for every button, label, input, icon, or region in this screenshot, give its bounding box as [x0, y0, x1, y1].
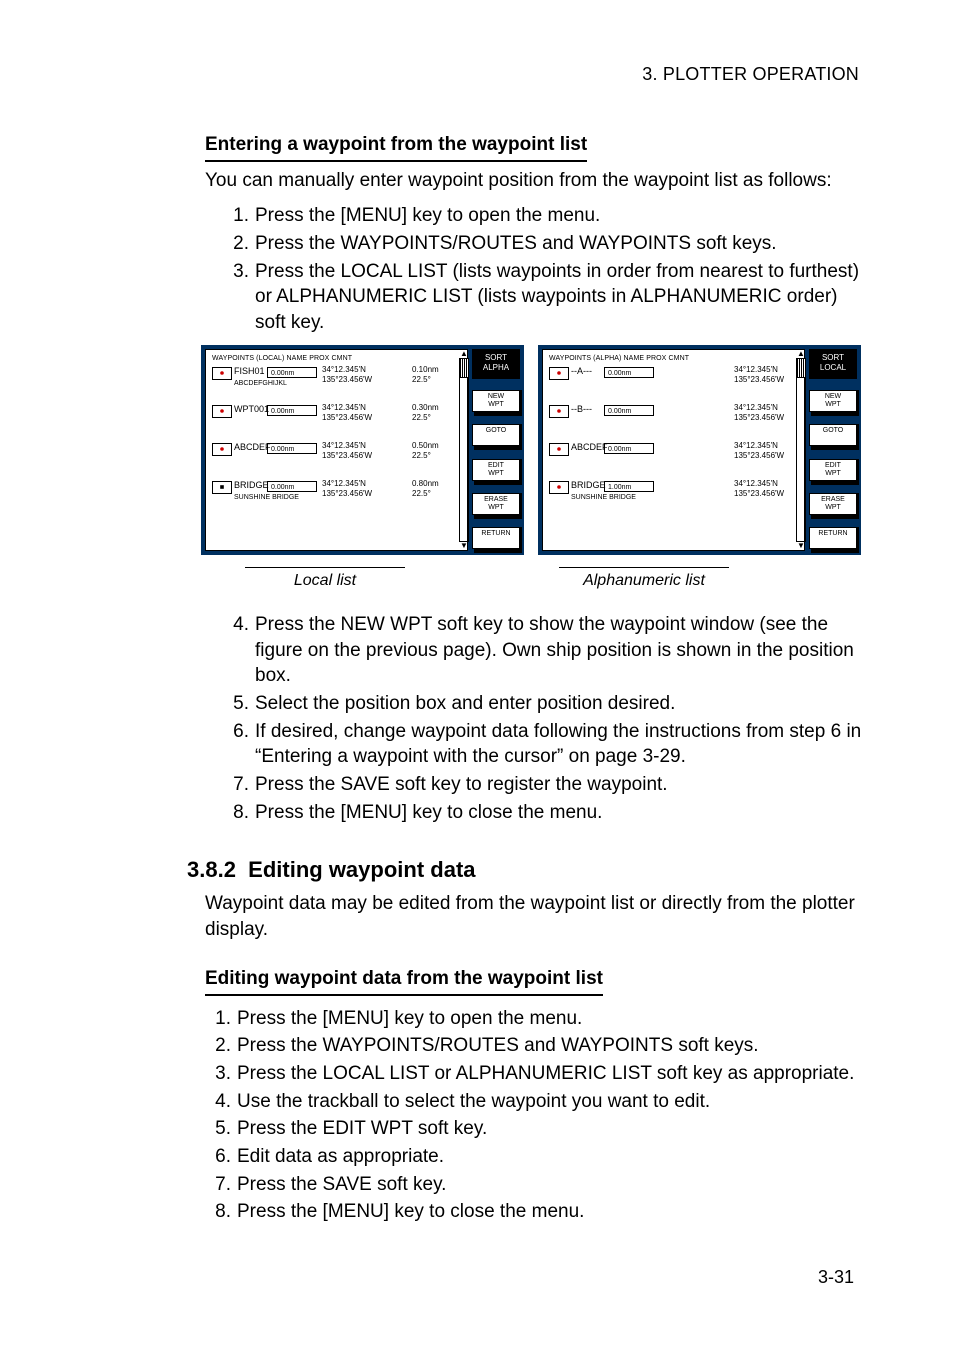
waypoint-mark-icon [212, 367, 232, 380]
alpha-list-panel: WAYPOINTS (ALPHA) NAME PROX CMNT --A--- … [538, 345, 861, 555]
intro-b: Waypoint data may be edited from the way… [205, 891, 864, 942]
list-row: WPT001 0.00nm 34°12.345'N135°23.456'W 0.… [212, 405, 461, 441]
caption-local: Local list [245, 567, 405, 592]
step: Press the [MENU] key to close the menu. [237, 1201, 584, 1222]
waypoint-mark-icon [212, 481, 232, 494]
scroll-thumb[interactable] [797, 359, 805, 378]
list-row: BRIDGE 0.00nm SUNSHINE BRIDGE 34°12.345'… [212, 481, 461, 517]
softkey-sort[interactable]: SORTLOCAL [809, 349, 857, 379]
section-title-a: Entering a waypoint from the waypoint li… [205, 132, 587, 162]
step: Press the WAYPOINTS/ROUTES and WAYPOINTS… [237, 1035, 759, 1056]
local-list-panel: WAYPOINTS (LOCAL) NAME PROX CMNT FISH01 … [201, 345, 524, 555]
list-row: --A--- 0.00nm 34°12.345'N135°23.456'W [549, 367, 798, 403]
figure: WAYPOINTS (LOCAL) NAME PROX CMNT FISH01 … [201, 345, 864, 555]
step: Press the [MENU] key to open the menu. [237, 1008, 582, 1029]
step: Press the LOCAL LIST (lists waypoints in… [255, 261, 859, 333]
content: Entering a waypoint from the waypoint li… [205, 132, 864, 1225]
step: Press the LOCAL LIST or ALPHANUMERIC LIS… [237, 1063, 854, 1084]
scrollbar[interactable]: ▲ ▼ [796, 350, 806, 550]
step: Press the SAVE soft key to register the … [255, 774, 668, 795]
softkey-erase-wpt[interactable]: ERASEWPT [472, 489, 520, 517]
scroll-down-icon[interactable]: ▼ [459, 542, 469, 550]
heading-edit: 3.8.2 Editing waypoint data [187, 855, 864, 885]
softkey-goto[interactable]: GOTO [472, 420, 520, 448]
step: Press the WAYPOINTS/ROUTES and WAYPOINTS… [255, 233, 777, 254]
scroll-thumb[interactable] [460, 359, 468, 378]
softkey-return[interactable]: RETURN [809, 523, 857, 551]
figure-captions: Local list Alphanumeric list [245, 567, 864, 592]
softkey-goto[interactable]: GOTO [809, 420, 857, 448]
softkey-new-wpt[interactable]: NEWWPT [472, 386, 520, 414]
softkey-new-wpt[interactable]: NEWWPT [809, 386, 857, 414]
list-row: BRIDGE 1.00nm SUNSHINE BRIDGE 34°12.345'… [549, 481, 798, 517]
softkeys: SORTLOCAL NEWWPT GOTO EDITWPT ERASEWPT R… [809, 349, 857, 551]
step: If desired, change waypoint data followi… [255, 721, 861, 768]
list-row: ABCDEF 0.00nm 34°12.345'N135°23.456'W [549, 443, 798, 479]
waypoint-mark-icon [212, 405, 232, 418]
softkey-return[interactable]: RETURN [472, 523, 520, 551]
scroll-down-icon[interactable]: ▼ [796, 542, 806, 550]
step: Press the [MENU] key to close the menu. [255, 802, 602, 823]
steps-a: 1.Press the [MENU] key to open the menu.… [227, 203, 864, 335]
list-row: FISH01 0.00nm ABCDEFGHIJKL 34°12.345'N13… [212, 367, 461, 403]
step: Press the NEW WPT soft key to show the w… [255, 614, 854, 686]
waypoint-mark-icon [549, 367, 569, 380]
waypoint-mark-icon [549, 481, 569, 494]
softkey-edit-wpt[interactable]: EDITWPT [809, 455, 857, 483]
softkeys: SORTALPHA NEWWPT GOTO EDITWPT ERASEWPT R… [472, 349, 520, 551]
list-row: --B--- 0.00nm 34°12.345'N135°23.456'W [549, 405, 798, 441]
section-title-b: Editing waypoint data from the waypoint … [205, 966, 603, 996]
steps-b: 4.Press the NEW WPT soft key to show the… [227, 612, 864, 825]
scroll-up-icon[interactable]: ▲ [459, 350, 469, 358]
waypoint-mark-icon [549, 405, 569, 418]
steps-c: 1.Press the [MENU] key to open the menu.… [209, 1006, 864, 1225]
waypoint-mark-icon [549, 443, 569, 456]
panel-subtitle: WAYPOINTS (ALPHA) NAME PROX CMNT [549, 354, 798, 363]
waypoint-mark-icon [212, 443, 232, 456]
page-number: 3-31 [818, 1265, 854, 1289]
running-header: 3. PLOTTER OPERATION [642, 62, 859, 86]
step: Select the position box and enter positi… [255, 693, 675, 714]
step: Edit data as appropriate. [237, 1146, 444, 1167]
softkey-erase-wpt[interactable]: ERASEWPT [809, 489, 857, 517]
page: 3. PLOTTER OPERATION Entering a waypoint… [0, 0, 954, 1351]
step: Press the EDIT WPT soft key. [237, 1118, 487, 1139]
intro-a: You can manually enter waypoint position… [205, 168, 864, 194]
step: Press the SAVE soft key. [237, 1174, 446, 1195]
scrollbar[interactable]: ▲ ▼ [459, 350, 469, 550]
scroll-up-icon[interactable]: ▲ [796, 350, 806, 358]
step: Use the trackball to select the waypoint… [237, 1091, 710, 1112]
softkey-sort[interactable]: SORTALPHA [472, 349, 520, 379]
softkey-edit-wpt[interactable]: EDITWPT [472, 455, 520, 483]
caption-alpha: Alphanumeric list [559, 567, 729, 592]
list-row: ABCDEF 0.00nm 34°12.345'N135°23.456'W 0.… [212, 443, 461, 479]
panel-subtitle: WAYPOINTS (LOCAL) NAME PROX CMNT [212, 354, 461, 363]
step: Press the [MENU] key to open the menu. [255, 205, 600, 226]
